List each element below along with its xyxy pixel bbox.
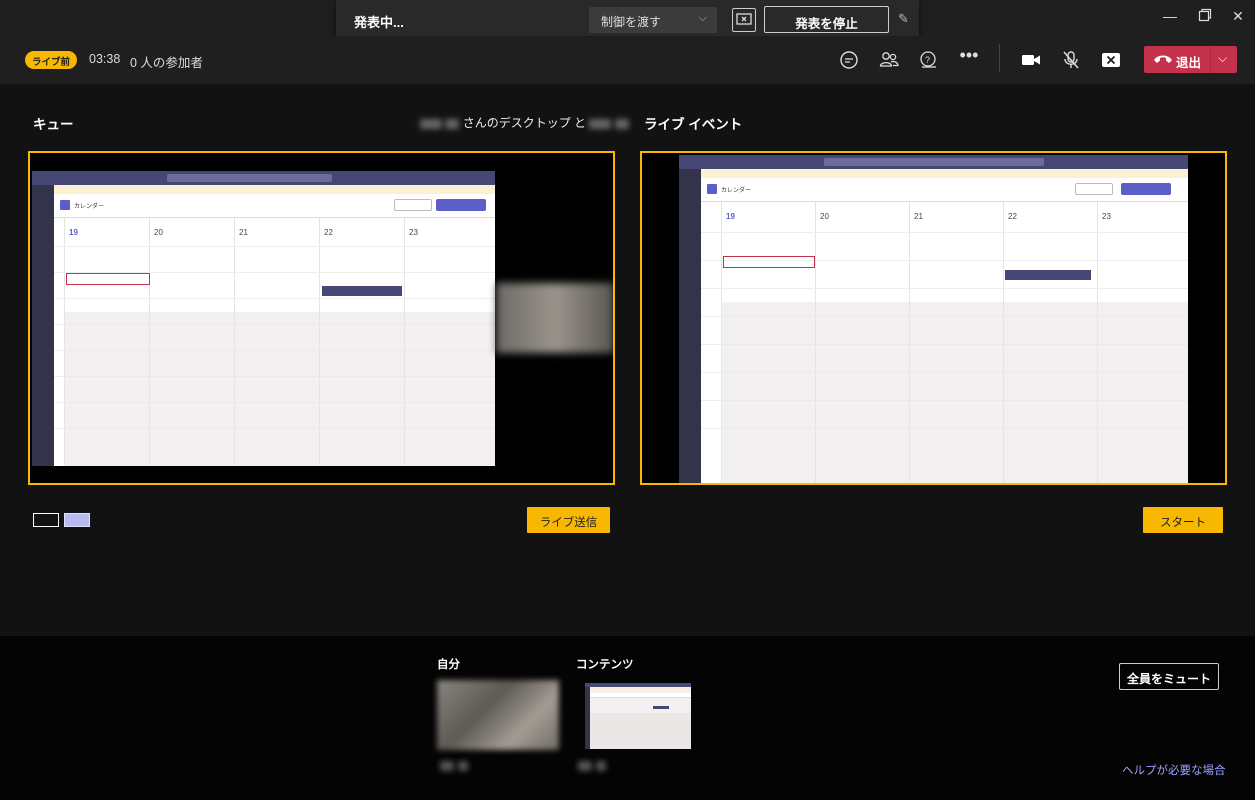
live-screen-preview: カレンダー 19 20 21 22 23: [679, 155, 1188, 483]
app-rail: [32, 185, 54, 466]
calendar-icon: [707, 184, 717, 194]
presenter-video-thumbnail: [496, 283, 613, 353]
more-options-icon[interactable]: •••: [958, 45, 980, 67]
queue-preview[interactable]: カレンダー 19 20 21 22 23: [28, 151, 615, 485]
app-rail: [679, 169, 701, 483]
chevron-down-icon[interactable]: ⌵: [1218, 51, 1227, 66]
mic-muted-icon[interactable]: [1060, 49, 1082, 71]
stop-presenting-button[interactable]: 発表を停止: [764, 6, 889, 33]
queue-title: キュー: [33, 117, 74, 132]
self-video-thumbnail[interactable]: [437, 680, 559, 750]
participant-count: 0 人の参加者: [130, 56, 203, 70]
meeting-timer: 03:38: [89, 52, 121, 66]
presenting-toolbar: 発表中... 制御を渡す ⌵ 発表を停止 ✎: [336, 0, 919, 40]
svg-text:?: ?: [925, 55, 930, 65]
help-link[interactable]: ヘルプが必要な場合: [1122, 762, 1226, 778]
shared-screen-preview: カレンダー 19 20 21 22 23: [32, 171, 495, 466]
self-label: 自分: [437, 659, 460, 671]
single-layout-icon[interactable]: [33, 513, 59, 527]
queue-source-text: さんのデスクトップ と: [462, 116, 587, 130]
maximize-icon[interactable]: [1195, 8, 1215, 28]
content-label: コンテンツ: [576, 659, 634, 671]
split-layout-icon[interactable]: [64, 513, 90, 527]
start-button[interactable]: スタート: [1143, 507, 1223, 533]
camera-icon[interactable]: [1020, 49, 1042, 71]
header-divider: [999, 44, 1000, 72]
calendar-event: [322, 286, 402, 296]
status-badge: ライブ前: [25, 51, 77, 69]
calendar-title: カレンダー: [721, 188, 752, 194]
calendar-event: [1005, 270, 1091, 280]
pin-icon[interactable]: ✎: [898, 11, 909, 27]
chevron-down-icon: ⌵: [698, 12, 707, 24]
send-live-button[interactable]: ライブ送信: [527, 507, 610, 533]
meeting-header: ライブ前 03:38 0 人の参加者 ? ••• 退出 ⌵: [0, 36, 1255, 84]
chat-icon[interactable]: [838, 49, 860, 71]
presenting-status: 発表中...: [354, 15, 404, 30]
qa-icon[interactable]: ?: [918, 49, 940, 71]
live-event-title: ライブ イベント: [644, 117, 743, 132]
give-control-label: 制御を渡す: [601, 15, 662, 29]
close-icon[interactable]: ✕: [1228, 8, 1248, 28]
content-thumbnail[interactable]: [585, 683, 691, 749]
calendar-title: カレンダー: [74, 204, 105, 210]
leave-button[interactable]: 退出 ⌵: [1144, 46, 1237, 73]
give-control-dropdown[interactable]: 制御を渡す ⌵: [589, 7, 717, 33]
self-name: [440, 757, 469, 775]
queue-source-label: さんのデスクトップ と: [420, 114, 629, 131]
stop-sharing-icon[interactable]: [1100, 49, 1122, 71]
live-event-preview[interactable]: カレンダー 19 20 21 22 23: [640, 151, 1227, 485]
screen-share-icon[interactable]: [732, 8, 756, 32]
participants-icon[interactable]: [878, 49, 900, 71]
calendar-icon: [60, 200, 70, 210]
minimize-icon[interactable]: —: [1160, 8, 1180, 28]
mute-all-button[interactable]: 全員をミュート: [1119, 663, 1219, 690]
content-owner-name: [578, 757, 607, 775]
leave-label: 退出: [1176, 56, 1202, 70]
